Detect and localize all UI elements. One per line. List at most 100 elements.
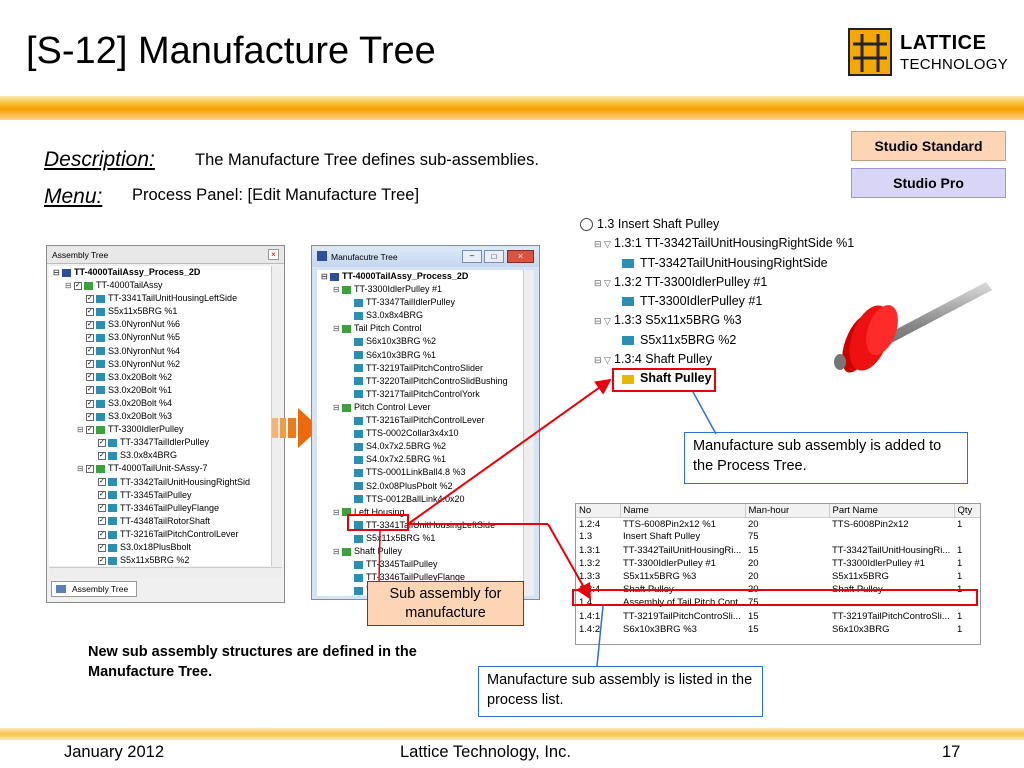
checkbox[interactable]: ✓ [86,334,94,343]
checkbox[interactable]: ✓ [86,386,94,395]
tree-item-label: S3.0x18PlusBbolt [120,541,192,552]
process-tree-item[interactable]: TT-3342TailUnitHousingRightSide [580,254,870,273]
maximize-button[interactable]: □ [484,250,504,263]
manufacture-tree-item[interactable]: TT-3216TailPitchControlLever [317,414,523,427]
checkbox[interactable]: ✓ [86,321,94,329]
tree-item-label: TT-3219TailPitchControSlider [366,362,484,373]
manufacture-tree-item[interactable]: S5x11x5BRG %1 [317,532,523,545]
close-icon[interactable]: × [268,249,279,260]
manufacture-tree-item[interactable]: TTS-0012BallLink4.0x20 [317,493,523,506]
table-row[interactable]: 1.3 Insert Shaft Pulley 75 [576,530,980,543]
expand-icon[interactable]: ⊟ [333,322,342,335]
assembly-tree-item[interactable]: ✓ S3.0x20Bolt %4 [49,397,271,410]
checkbox[interactable]: ✓ [98,438,106,447]
manufacture-tree-item[interactable]: S6x10x3BRG %2 [317,335,523,348]
assembly-tree-item[interactable]: ✓ S3.0NyronNut %6 [49,318,271,331]
column-header[interactable]: No [576,504,621,518]
manufacture-tree-item[interactable]: TTS-0001LinkBall4.8 %3 [317,466,523,479]
assembly-tree-item[interactable]: ✓ S5x11x5BRG %1 [49,305,271,318]
assembly-tree-item[interactable]: ⊟ ✓ TT-4000TailAssy [49,279,271,292]
checkbox[interactable]: ✓ [86,399,94,408]
table-row[interactable]: 1.3:1 TT-3342TailUnitHousingRi... 15 TT-334… [576,544,980,557]
manufacture-tree-item[interactable]: ⊟ Pitch Control Lever [317,401,523,414]
checkbox[interactable]: ✓ [98,451,106,460]
manufacture-tree-item[interactable]: ⊟ Tail Pitch Control [317,322,523,335]
manufacture-tree-item[interactable]: S4.0x7x2.5BRG %2 [317,440,523,453]
horizontal-scrollbar[interactable] [49,567,282,578]
assembly-tree-item[interactable]: ✓ TT-3347TailIdlerPulley [49,436,271,449]
expand-icon[interactable]: ⊟ [77,423,86,436]
manufacture-tree-item[interactable]: ⊟ TT-4000TailAssy_Process_2D [317,270,523,283]
checkbox[interactable]: ✓ [98,491,106,500]
assembly-tree-item[interactable]: ✓ TT-3341TailUnitHousingLeftSide [49,292,271,305]
manufacture-tree-item[interactable]: S2.0x08PlusPbolt %2 [317,480,523,493]
manufacture-tree-item[interactable]: ⊟ TT-3300IdlerPulley #1 [317,283,523,296]
close-button[interactable]: × [507,250,534,263]
expand-icon[interactable]: ⊟ [333,283,342,296]
process-tree-item[interactable]: 1.3 Insert Shaft Pulley [580,215,870,234]
checkbox[interactable]: ✓ [86,373,94,382]
table-row[interactable]: 1.3:2 TT-3300IdlerPulley #1 20 TT-3300Idler… [576,557,980,570]
column-header[interactable]: Man-hour [745,504,830,518]
assembly-tree-item[interactable]: ✓ TT-3342TailUnitHousingRightSid [49,476,271,489]
expand-icon[interactable]: ⊟ [321,270,330,283]
checkbox[interactable]: ✓ [86,360,94,369]
assembly-tree-item[interactable]: ✓ TT-3345TailPulley [49,489,271,502]
expand-icon[interactable]: ⊟ [333,506,342,519]
assembly-tree-item[interactable]: ✓ S5x11x5BRG %2 [49,554,271,566]
column-header[interactable]: Name [620,504,746,518]
expand-icon[interactable]: ⊟ [333,401,342,414]
manufacture-tree-item[interactable]: TT-3217TailPitchControlYork [317,388,523,401]
assembly-tree-item[interactable]: ✓ S3.0NyronNut %4 [49,345,271,358]
assembly-tree-item[interactable]: ⊟ ✓ TT-4000TailUnit-SAssy-7 [49,462,271,475]
expand-icon[interactable]: ⊟ [65,279,74,292]
manufacture-tree-item[interactable]: TT-3347TailIdlerPulley [317,296,523,309]
assembly-tree-item[interactable]: ⊟ TT-4000TailAssy_Process_2D [49,266,271,279]
manufacture-tree-item[interactable]: TTS-0002Collar3x4x10 [317,427,523,440]
assembly-tree-item[interactable]: ✓ S3.0NyronNut %2 [49,358,271,371]
checkbox[interactable]: ✓ [98,517,106,526]
assembly-tree-item[interactable]: ✓ S3.0x8x4BRG [49,449,271,462]
tab-assembly-tree[interactable]: Assembly Tree [51,581,137,597]
checkbox[interactable]: ✓ [98,478,106,487]
manufacture-tree-item[interactable]: ⊟ Shaft Pulley [317,545,523,558]
assembly-tree-item[interactable]: ⊟ ✓ TT-3300IdlerPulley [49,423,271,436]
minimize-button[interactable]: – [462,250,482,263]
expand-icon[interactable]: ⊟ [53,266,62,279]
checkbox[interactable]: ✓ [86,347,94,356]
column-header[interactable]: Qty [954,504,980,518]
checkbox[interactable]: ✓ [98,556,106,565]
manufacture-tree-item[interactable]: S6x10x3BRG %1 [317,349,523,362]
manufacture-tree-item[interactable]: TT-3345TailPulley [317,558,523,571]
checkbox[interactable]: ✓ [74,281,82,290]
checkbox[interactable]: ✓ [98,504,106,513]
assembly-tree-item[interactable]: ✓ S3.0x20Bolt %3 [49,410,271,423]
manufacture-tree-item[interactable]: S4.0x7x2.5BRG %1 [317,453,523,466]
assembly-tree-item[interactable]: ✓ TT-3216TailPitchControlLever [49,528,271,541]
manufacture-tree-item[interactable]: TT-3220TailPitchControSlidBushing [317,375,523,388]
assembly-tree-item[interactable]: ✓ S3.0NyronNut %5 [49,331,271,344]
table-row[interactable]: 1.2:4 TTS-6008Pin2x12 %1 20 TTS-6008Pin2x12… [576,517,980,530]
manufacture-tree-item[interactable]: S3.0x8x4BRG [317,309,523,322]
checkbox[interactable]: ✓ [98,543,106,552]
table-row[interactable]: 1.4:2 S6x10x3BRG %3 15 S6x10x3BRG 1 [576,623,980,636]
table-row[interactable]: 1.3:3 S5x11x5BRG %3 20 S5x11x5BRG 1 [576,570,980,583]
column-header[interactable]: Part Name [829,504,955,518]
table-row[interactable]: 1.4:1 TT-3219TailPitchControSli... 15 TT-32… [576,610,980,623]
checkbox[interactable]: ✓ [98,530,106,539]
assembly-tree-item[interactable]: ✓ TT-4348TailRotorShaft [49,515,271,528]
process-tree-item[interactable]: ⊟ ▽ 1.3:1 TT-3342TailUnitHousingRightSide… [580,234,870,253]
expand-icon[interactable]: ⊟ [77,462,86,475]
checkbox[interactable]: ✓ [86,425,94,434]
assembly-tree-item[interactable]: ✓ S3.0x20Bolt %2 [49,371,271,384]
vertical-scrollbar[interactable] [523,270,534,596]
assembly-tree-item[interactable]: ✓ S3.0x18PlusBbolt [49,541,271,554]
checkbox[interactable]: ✓ [86,412,94,421]
assembly-tree-item[interactable]: ✓ TT-3346TailPulleyFlange [49,502,271,515]
assembly-tree-item[interactable]: ✓ S3.0x20Bolt %1 [49,384,271,397]
checkbox[interactable]: ✓ [86,307,94,316]
checkbox[interactable]: ✓ [86,294,94,303]
checkbox[interactable]: ✓ [86,465,94,474]
expand-icon[interactable]: ⊟ [333,545,342,558]
manufacture-tree-item[interactable]: TT-3219TailPitchControSlider [317,362,523,375]
